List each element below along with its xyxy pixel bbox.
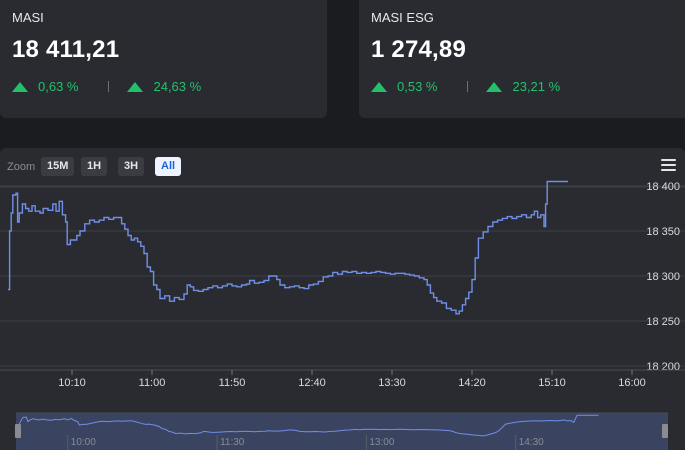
masi-card[interactable]: MASI 18 411,21 0,63 % 24,63 % — [0, 0, 327, 118]
index-name: MASI ESG — [371, 10, 434, 25]
change-row: 0,63 % 24,63 % — [12, 79, 201, 94]
price-chart[interactable]: 18 200 18 250 18 300 18 350 18 400 10:10 11:0… — [0, 148, 685, 450]
ytd-change: 24,63 % — [153, 79, 202, 94]
x-tick-label: 12:40 — [298, 377, 326, 389]
arrow-up-icon — [486, 81, 503, 92]
x-tick-label: 15:10 — [538, 377, 566, 389]
arrow-up-icon — [127, 81, 144, 92]
daily-change: 0,53 % — [397, 79, 438, 94]
navigator-label: 13:00 — [369, 437, 394, 448]
navigator-handle-left[interactable] — [15, 424, 21, 438]
x-tick-label: 11:00 — [139, 377, 166, 389]
chart-panel: Zoom 15M 1H 3H All 18 200 18 250 18 300 18 … — [0, 148, 685, 450]
y-tick-label: 18 350 — [646, 226, 680, 238]
x-tick-label: 11:50 — [219, 377, 246, 389]
ytd-change: 23,21 % — [512, 79, 561, 94]
y-tick-label: 18 300 — [646, 271, 680, 283]
price-line — [8, 180, 568, 315]
change-row: 0,53 % 23,21 % — [371, 79, 560, 94]
navigator-label: 11:30 — [220, 437, 245, 448]
index-name: MASI — [12, 10, 44, 25]
index-value: 1 274,89 — [371, 36, 467, 63]
index-value: 18 411,21 — [12, 36, 120, 63]
divider — [108, 81, 110, 92]
x-tick-label: 16:00 — [618, 377, 646, 389]
navigator-label: 10:00 — [71, 437, 96, 448]
navigator-mask — [16, 413, 668, 450]
arrow-up-icon — [12, 81, 28, 92]
masi-esg-card[interactable]: MASI ESG 1 274,89 0,53 % 23,21 % — [359, 0, 685, 118]
divider — [467, 81, 469, 92]
arrow-up-icon — [371, 81, 387, 92]
x-tick-label: 14:20 — [458, 377, 486, 389]
x-tick-label: 13:30 — [378, 377, 406, 389]
y-tick-label: 18 400 — [646, 181, 680, 193]
y-tick-label: 18 200 — [646, 361, 680, 373]
y-tick-label: 18 250 — [646, 316, 680, 328]
navigator[interactable]: 10:00 11:30 13:00 14:30 — [15, 412, 668, 450]
navigator-handle-right[interactable] — [662, 424, 668, 438]
navigator-label: 14:30 — [519, 437, 544, 448]
daily-change: 0,63 % — [38, 79, 79, 94]
x-tick-label: 10:10 — [58, 377, 86, 389]
